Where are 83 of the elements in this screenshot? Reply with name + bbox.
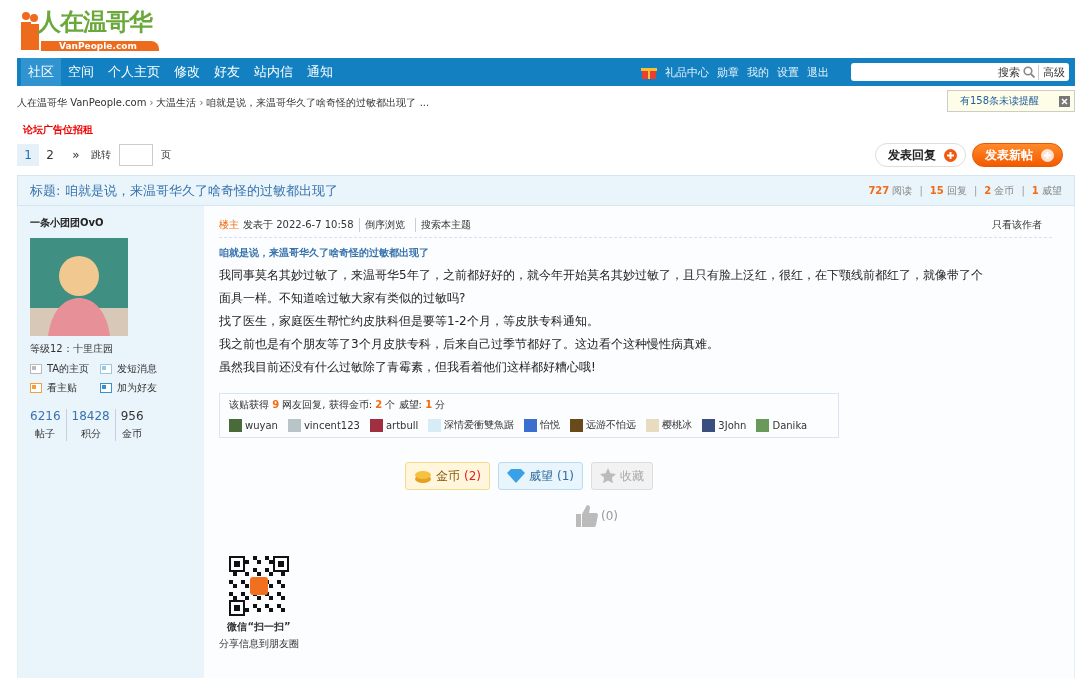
prestige-button[interactable]: 威望 (1) [498,462,583,490]
plus-icon [944,148,957,162]
jump-label: 跳转 [91,148,111,162]
user-menu-link[interactable]: 退出 [803,58,833,86]
post-tool-link[interactable]: 搜索本主题 [414,217,476,232]
stat-label: 金币 [122,427,143,441]
rater-link[interactable]: 樱桃冰 [646,418,693,432]
page-link[interactable]: 1 [17,144,39,166]
search-icon [1023,66,1035,78]
advanced-search-link[interactable]: 高级 [1038,64,1065,80]
plus-icon [1041,148,1054,162]
user-menu-link[interactable]: 礼品中心 [661,58,713,86]
post-paragraph: 找了医生，家庭医生帮忙约皮肤科但是要等1-2个月，等皮肤专科通知。 [219,313,600,330]
post-paragraph: 我之前也是有个朋友等了3个月皮肤专科，后来自己过季节都好了。这边看个这种慢性病真难。 [219,336,720,353]
rater-link[interactable]: wuyan [229,418,278,432]
user-menu-link[interactable]: 我的 [743,58,773,86]
profile-link[interactable]: 加为好友 [100,381,170,395]
post-paragraph: 虽然我目前还没有什么过敏除了青霉素，但我看着他们这样都好糟心哦! [219,359,597,376]
post-time: 发表于 2022-6-7 10:58 [243,217,354,232]
stat-separator: | [973,185,978,196]
stat-value[interactable]: 956 [120,409,144,423]
rater-link[interactable]: 远游不怕远 [570,418,637,432]
breadcrumb-separator: › [149,97,154,108]
nav-tab[interactable]: 站内信 [247,58,300,86]
breadcrumb-link[interactable]: 人在温哥华 VanPeople.com [17,95,147,110]
nav-tab[interactable]: 空间 [61,58,101,86]
avatar[interactable] [30,238,128,336]
qr-code [229,556,289,616]
profile-card-icon [30,363,42,375]
post-subject: 咱就是说，来温哥华久了啥奇怪的过敏都出现了 [219,246,430,260]
unread-reminder-link[interactable]: 有158条未读提醒 [960,94,1040,108]
page-link[interactable]: 2 [39,144,61,166]
nav-tab[interactable]: 好友 [207,58,247,86]
page-label: 页 [161,148,171,162]
post-tool-link[interactable]: 倒序浏览 [358,217,410,232]
rater-link[interactable]: artbull [369,418,419,432]
rater-link[interactable]: 怡悦 [524,418,561,432]
next-page-link[interactable]: » [65,144,87,166]
coin-button[interactable]: 金币 (2) [405,462,490,490]
coins-icon [414,468,432,484]
stat-label: 积分 [80,427,101,441]
thread-stat: 2 金币 [984,183,1015,198]
author-name[interactable]: 一条小团团OvO [30,216,192,230]
profile-link[interactable]: 看主贴 [30,381,100,395]
search-button[interactable]: 搜索 [998,64,1035,80]
share-title: 微信“扫一扫” [227,620,291,634]
user-level: 等级12：十里庄园 [30,342,114,356]
nav-tab[interactable]: 通知 [300,58,340,86]
nav-tab[interactable]: 修改 [167,58,207,86]
rater-link[interactable]: vincent123 [287,418,360,432]
thread-stat: 15 回复 [929,183,967,198]
share-subtitle: 分享信息到朋友圈 [219,637,299,651]
rating-summary: 该贴获得 9 网友回复, 获得金币: 2 个 威望: 1 分 [229,398,447,412]
thread-stat: 1 威望 [1031,183,1062,198]
rater-link[interactable]: 3John [702,418,747,432]
nav-tab[interactable]: 个人主页 [101,58,167,86]
breadcrumb-separator: › [199,97,204,108]
stat-value[interactable]: 6216 [30,409,61,423]
profile-link[interactable]: TA的主页 [30,362,100,376]
thread-stat: 727 阅读 [868,183,913,198]
user-menu-link[interactable]: 勋章 [713,58,743,86]
breadcrumb-link[interactable]: 大温生活 [156,95,197,110]
page-input[interactable] [119,144,153,166]
close-button[interactable] [1059,95,1070,107]
star-icon [600,468,616,484]
diamond-icon [507,469,525,483]
post-paragraph: 我同事莫名其妙过敏了，来温哥华5年了，之前都好好的，就今年开始莫名其妙过敏了，且只有脸上泛红，很红，在下颚线前都红了，就像带了个面具一样。不知道啥过敏大家有类似的过敏吗? [219,267,984,307]
author-only-link[interactable]: 只看该作者 [992,217,1042,232]
stat-separator: | [919,185,923,196]
stat-value[interactable]: 18428 [71,409,110,423]
breadcrumb-link[interactable]: 咱就是说，来温哥华久了啥奇怪的过敏都出现了 ... [206,95,430,110]
stat-label: 帖子 [35,427,56,441]
rater-link[interactable]: 深情爱衝雙魚踞 [428,418,515,432]
floor-label: 楼主 [219,217,239,232]
user-menu-link[interactable]: 设置 [773,58,803,86]
thread-title: 标题: 咱就是说，来温哥华久了啥奇怪的过敏都出现了 [30,181,338,200]
rater-link[interactable]: Danika [756,418,808,432]
thumbs-up-icon [574,504,598,528]
search-field[interactable]: 搜索 高级 [851,63,1069,81]
ad-link[interactable]: 论坛广告位招租 [23,123,1075,137]
reply-button[interactable]: 发表回复 [875,143,966,167]
stat-separator: | [1021,185,1025,196]
profile-link[interactable]: 发短消息 [100,362,170,376]
